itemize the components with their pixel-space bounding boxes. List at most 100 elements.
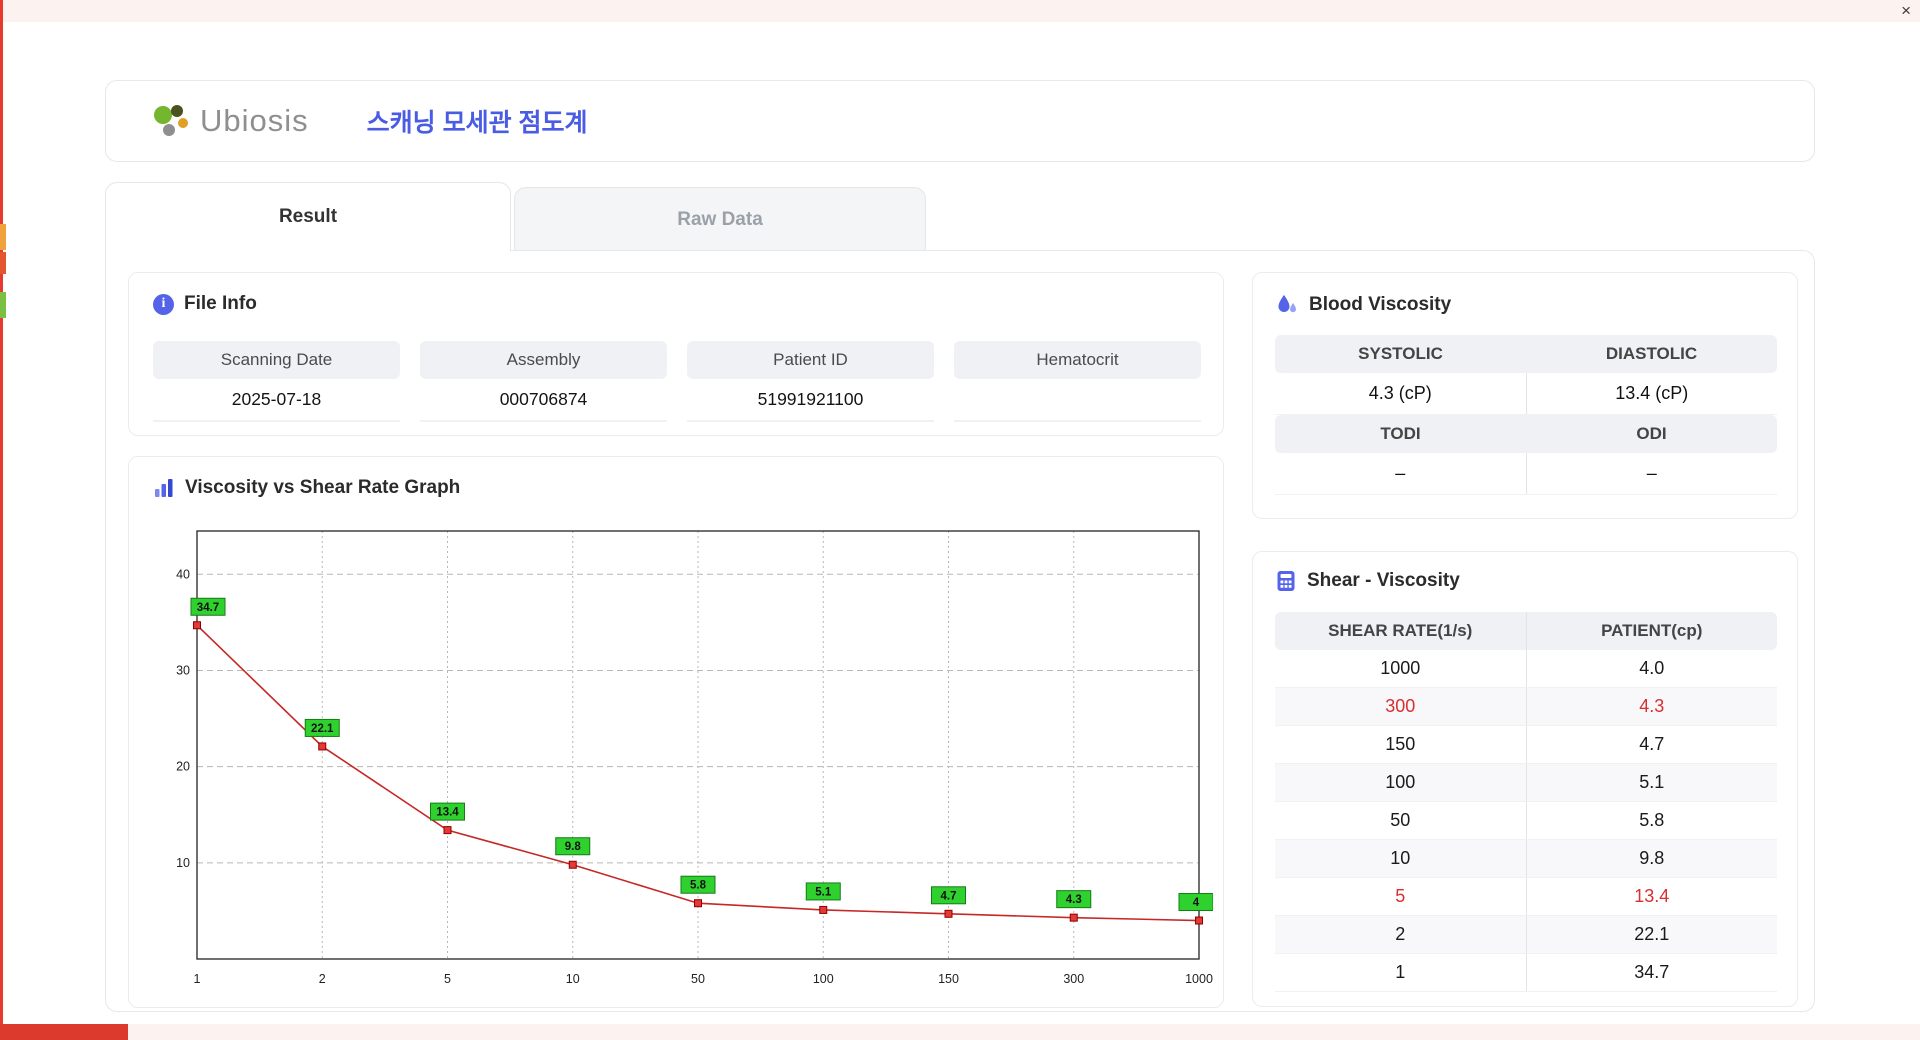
logo-text: Ubiosis [200, 103, 309, 138]
patient-viscosity-cell: 34.7 [1525, 954, 1778, 991]
svg-text:13.4: 13.4 [436, 807, 459, 819]
shear-rate-cell: 150 [1385, 734, 1416, 754]
blood-viscosity-header: Blood Viscosity [1275, 293, 1451, 317]
field-patient-id: Patient ID 51991921100 [687, 341, 934, 422]
diastolic-header: DIASTOLIC [1605, 344, 1698, 363]
field-value: 000706874 [420, 379, 667, 422]
ubiosis-logo-icon [154, 105, 188, 136]
field-value: 51991921100 [687, 379, 934, 422]
window-titlebar: × [0, 0, 1920, 22]
background-window-fragment [0, 292, 6, 318]
svg-text:40: 40 [176, 567, 190, 581]
background-window-fragment [0, 1024, 128, 1040]
svg-text:2: 2 [319, 972, 326, 986]
table-row: 2 22.1 [1275, 916, 1777, 954]
todi-value: – [1395, 463, 1406, 483]
table-value-row: – – [1275, 453, 1777, 495]
todi-header: TODI [1380, 424, 1421, 443]
shear-rate-cell: 300 [1385, 696, 1416, 716]
patient-viscosity-cell: 5.1 [1525, 764, 1778, 801]
background-window-fragment [0, 252, 6, 274]
systolic-value: 4.3 (cP) [1368, 383, 1432, 403]
systolic-header: SYSTOLIC [1358, 344, 1443, 363]
svg-text:1000: 1000 [1185, 972, 1213, 986]
file-info-fields: Scanning Date 2025-07-18 Assembly 000706… [153, 341, 1201, 422]
patient-viscosity-cell: 4.3 [1525, 688, 1778, 725]
table-header-row: SYSTOLIC DIASTOLIC [1275, 335, 1777, 373]
close-icon[interactable]: × [1901, 1, 1911, 21]
blood-viscosity-title: Blood Viscosity [1309, 294, 1452, 315]
blood-viscosity-table: SYSTOLIC DIASTOLIC 4.3 (cP) 13.4 (cP) TO… [1275, 335, 1777, 495]
odi-value: – [1525, 453, 1778, 494]
svg-text:5.1: 5.1 [815, 886, 832, 898]
app-window: × Ubiosis 스캐닝 모세관 점도계 Result Raw Data i … [0, 0, 1920, 1040]
shear-rate-cell: 100 [1385, 772, 1416, 792]
window-bottom-edge [0, 1024, 1920, 1040]
svg-text:4.3: 4.3 [1066, 894, 1082, 906]
field-assembly: Assembly 000706874 [420, 341, 667, 422]
shear-rate-cell: 50 [1390, 810, 1411, 830]
svg-text:150: 150 [938, 972, 959, 986]
patient-viscosity-cell: 4.7 [1525, 726, 1778, 763]
shear-viscosity-table-body: 1000 4.0 300 4.3 150 4.7 100 5.1 50 5.8 10 9.8 5 13.4… [1275, 650, 1777, 992]
svg-text:22.1: 22.1 [311, 723, 334, 735]
shear-rate-cell: 1 [1395, 962, 1406, 982]
tab-result[interactable]: Result [105, 182, 511, 251]
patient-viscosity-cell: 13.4 [1525, 878, 1778, 915]
field-scanning-date: Scanning Date 2025-07-18 [153, 341, 400, 422]
svg-text:5.8: 5.8 [690, 880, 707, 892]
table-header-row: SHEAR RATE(1/s) PATIENT(cp) [1275, 612, 1777, 650]
graph-card: Viscosity vs Shear Rate Graph 10 20 30 40 1 2… [128, 456, 1224, 1008]
background-window-fragment [0, 224, 6, 250]
table-row: 50 5.8 [1275, 802, 1777, 840]
shear-viscosity-table: SHEAR RATE(1/s) PATIENT(cp) 1000 4.0 300 4.… [1275, 612, 1777, 992]
svg-text:4.7: 4.7 [941, 890, 957, 902]
file-info-card: i File Info Scanning Date 2025-07-18 Ass… [128, 272, 1224, 436]
shear-rate-column-header: SHEAR RATE(1/s) [1328, 621, 1473, 640]
table-value-row: 4.3 (cP) 13.4 (cP) [1275, 373, 1777, 415]
shear-rate-cell: 5 [1395, 886, 1406, 906]
droplet-icon [1278, 295, 1296, 313]
ubiosis-logo: Ubiosis [152, 103, 309, 139]
tab-raw-data[interactable]: Raw Data [514, 187, 926, 251]
table-row: 100 5.1 [1275, 764, 1777, 802]
field-label: Patient ID [687, 341, 934, 379]
odi-header: ODI [1636, 424, 1667, 443]
field-value [954, 379, 1201, 422]
shear-viscosity-header: Shear - Viscosity [1275, 570, 1460, 592]
table-row: 10 9.8 [1275, 840, 1777, 878]
svg-text:34.7: 34.7 [197, 602, 219, 614]
svg-text:300: 300 [1063, 972, 1084, 986]
svg-text:9.8: 9.8 [565, 841, 582, 853]
svg-text:1: 1 [194, 972, 201, 986]
svg-text:50: 50 [691, 972, 705, 986]
field-hematocrit: Hematocrit [954, 341, 1201, 422]
graph-title: Viscosity vs Shear Rate Graph [185, 477, 461, 498]
shear-rate-cell: 2 [1395, 924, 1406, 944]
table-header-row: TODI ODI [1275, 415, 1777, 453]
field-label: Scanning Date [153, 341, 400, 379]
graph-header: Viscosity vs Shear Rate Graph [153, 477, 460, 499]
field-label: Assembly [420, 341, 667, 379]
patient-column-header: PATIENT(cp) [1525, 612, 1778, 650]
table-row: 300 4.3 [1275, 688, 1777, 726]
shear-viscosity-card: Shear - Viscosity SHEAR RATE(1/s) PATIEN… [1252, 551, 1798, 1007]
blood-viscosity-card: Blood Viscosity SYSTOLIC DIASTOLIC 4.3 (… [1252, 272, 1798, 519]
svg-text:100: 100 [813, 972, 834, 986]
app-header: Ubiosis 스캐닝 모세관 점도계 [105, 80, 1815, 162]
shear-rate-cell: 1000 [1380, 658, 1421, 678]
field-label: Hematocrit [954, 341, 1201, 379]
patient-viscosity-cell: 4.0 [1525, 650, 1778, 687]
info-icon: i [153, 293, 174, 315]
table-row: 5 13.4 [1275, 878, 1777, 916]
diastolic-value: 13.4 (cP) [1525, 373, 1778, 414]
shear-viscosity-title: Shear - Viscosity [1307, 570, 1460, 591]
app-title: 스캐닝 모세관 점도계 [366, 109, 588, 137]
patient-viscosity-cell: 5.8 [1525, 802, 1778, 839]
field-value: 2025-07-18 [153, 379, 400, 422]
svg-text:5: 5 [444, 972, 451, 986]
window-left-edge [0, 0, 3, 1040]
table-row: 1 34.7 [1275, 954, 1777, 992]
svg-text:10: 10 [566, 972, 580, 986]
calculator-icon [1277, 571, 1295, 591]
